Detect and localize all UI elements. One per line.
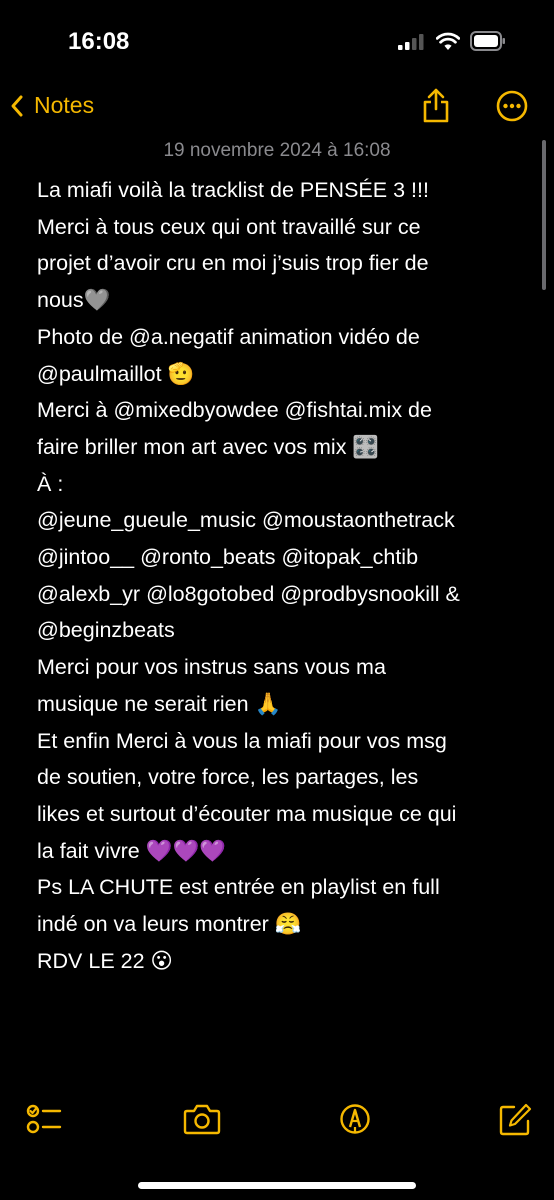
chevron-left-icon xyxy=(11,95,23,116)
note-line: nous🩶 xyxy=(37,288,111,313)
note-line: @jintoo__ @ronto_beats @itopak_chtib xyxy=(37,545,419,570)
note-line: la fait vivre 💜💜💜 xyxy=(37,838,227,863)
note-date: 19 novembre 2024 à 16:08 xyxy=(163,140,391,161)
note-line: RDV LE 22 😮 xyxy=(37,948,173,973)
camera-icon[interactable] xyxy=(183,1103,221,1135)
note-line: À : xyxy=(37,471,64,496)
note-line: @beginzbeats xyxy=(37,618,175,643)
note-body[interactable]: La miafi voilà la tracklist de PENSÉE 3 … xyxy=(37,172,529,979)
checklist-icon[interactable] xyxy=(26,1103,62,1135)
note-line: Ps LA CHUTE est entrée en playlist en fu… xyxy=(37,875,440,900)
cellular-signal-icon xyxy=(398,34,424,50)
note-line: indé on va leurs montrer 😤 xyxy=(37,912,302,937)
note-line: @jeune_gueule_music @moustaonthetrack xyxy=(37,508,455,533)
note-line: Merci à tous ceux qui ont travaillé sur … xyxy=(37,214,421,239)
note-line: Photo de @a.negatif animation vidéo de xyxy=(37,324,420,349)
back-label: Notes xyxy=(34,92,95,118)
navigation-bar: Notes xyxy=(0,84,554,132)
status-time: 16:08 xyxy=(68,28,130,55)
wifi-icon xyxy=(436,32,460,50)
note-line: @paulmaillot 🫡 xyxy=(37,361,195,386)
battery-icon xyxy=(470,31,505,51)
status-bar: 16:08 xyxy=(0,0,554,84)
note-line: de soutien, votre force, les partages, l… xyxy=(37,765,419,790)
markup-icon[interactable] xyxy=(339,1103,371,1135)
note-line: projet d’avoir cru en moi j’suis trop fi… xyxy=(37,251,429,276)
note-line: Et enfin Merci à vous la miafi pour vos … xyxy=(37,728,447,753)
note-line: faire briller mon art avec vos mix 🎛️ xyxy=(37,434,380,459)
note-line: @alexb_yr @lo8gotobed @prodbysnookill & xyxy=(37,581,460,606)
back-button[interactable]: Notes xyxy=(10,92,94,119)
bottom-toolbar xyxy=(0,1095,554,1155)
share-icon[interactable] xyxy=(421,88,451,124)
note-line: likes et surtout d’écouter ma musique ce… xyxy=(37,801,457,826)
note-line: musique ne serait rien 🙏 xyxy=(37,691,282,716)
compose-icon[interactable] xyxy=(498,1103,532,1137)
note-line: La miafi voilà la tracklist de PENSÉE 3 … xyxy=(37,178,429,202)
home-indicator[interactable] xyxy=(138,1182,416,1189)
scrollbar[interactable] xyxy=(542,140,546,290)
note-line: Merci pour vos instrus sans vous ma xyxy=(37,655,386,680)
note-line: Merci à @mixedbyowdee @fishtai.mix de xyxy=(37,398,432,423)
more-options-icon[interactable] xyxy=(496,90,528,122)
